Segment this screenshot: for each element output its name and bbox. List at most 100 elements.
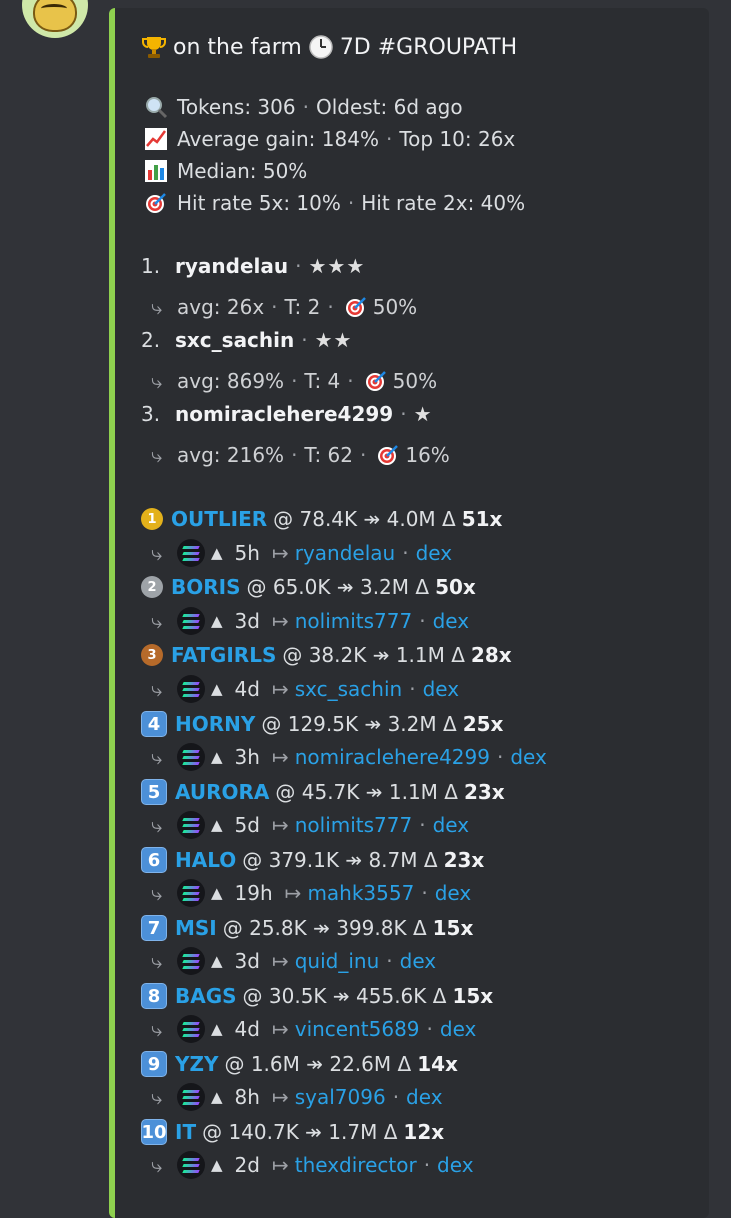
price-change: @ 65.0K ↠ 3.2M Δ [246, 575, 430, 599]
caller-link[interactable]: thexdirector [295, 1153, 417, 1177]
dex-link[interactable]: dex [406, 1085, 442, 1109]
caller-link[interactable]: nomiraclehere4299 [295, 745, 490, 769]
up-triangle-icon: ▲ [211, 952, 223, 970]
reply-arrow-icon: ⤷ [151, 881, 163, 905]
leader-stars: ★ [413, 402, 433, 426]
caller-link[interactable]: mahk3557 [307, 881, 414, 905]
dex-link[interactable]: dex [440, 1017, 476, 1041]
multiplier: 15x [432, 916, 474, 940]
solana-icon [177, 743, 205, 771]
dex-link[interactable]: dex [416, 541, 452, 565]
call-details: ⤷ ▲ 3d ↦ quid_inu · dex [151, 947, 437, 975]
number-keycap-icon: 7 [141, 915, 167, 941]
price-change: @ 379.1K ↠ 8.7M Δ [242, 848, 438, 872]
up-triangle-icon: ▲ [211, 1088, 223, 1106]
number-keycap-icon: 4 [141, 711, 167, 737]
dex-link[interactable]: dex [433, 609, 469, 633]
price-change: @ 25.8K ↠ 399.8K Δ [222, 916, 427, 940]
call-row: 9 YZY @ 1.6M ↠ 22.6M Δ 14x [141, 1051, 458, 1077]
reply-arrow-icon: ⤷ [151, 813, 163, 837]
stats-line-median: Median: 50% [141, 158, 307, 184]
dex-link[interactable]: dex [510, 745, 546, 769]
chart-increasing-icon [141, 126, 171, 152]
dex-link[interactable]: dex [423, 677, 459, 701]
leader-t: T: 4 [304, 369, 341, 393]
token-name[interactable]: HALO [175, 848, 236, 872]
call-details: ⤷ ▲ 4d ↦ vincent5689 · dex [151, 1015, 477, 1043]
price-change: @ 140.7K ↠ 1.7M Δ [202, 1120, 398, 1144]
bot-avatar[interactable] [22, 0, 88, 38]
multiplier: 23x [463, 780, 505, 804]
call-age: 2d [234, 1153, 260, 1177]
title-text: on the farm [173, 34, 302, 60]
price-change: @ 129.5K ↠ 3.2M Δ [261, 712, 457, 736]
token-name[interactable]: AURORA [175, 780, 269, 804]
number-keycap-icon: 6 [141, 847, 167, 873]
multiplier: 12x [403, 1120, 445, 1144]
reply-arrow-icon: ⤷ [151, 1153, 163, 1177]
call-age: 8h [234, 1085, 260, 1109]
leader-name[interactable]: nomiraclehere4299 [175, 402, 393, 426]
maps-to-icon: ↦ [284, 881, 302, 905]
caller-link[interactable]: quid_inu [295, 949, 380, 973]
call-row: 8 BAGS @ 30.5K ↠ 455.6K Δ 15x [141, 983, 493, 1009]
caller-link[interactable]: nolimits777 [295, 609, 413, 633]
leader-hit: 50% [392, 369, 438, 393]
call-age: 5h [234, 541, 260, 565]
multiplier: 25x [462, 712, 504, 736]
number-keycap-icon: 5 [141, 779, 167, 805]
token-name[interactable]: MSI [175, 916, 217, 940]
reply-arrow-icon: ⤷ [151, 443, 163, 467]
token-name[interactable]: IT [175, 1120, 196, 1144]
leader-name[interactable]: ryandelau [175, 254, 288, 278]
leader-rank: 1. [141, 254, 161, 278]
reply-arrow-icon: ⤷ [151, 1017, 163, 1041]
call-age: 19h [234, 881, 273, 905]
caller-link[interactable]: sxc_sachin [295, 677, 402, 701]
solana-icon [177, 675, 205, 703]
call-age: 3d [234, 609, 260, 633]
target-icon [373, 442, 403, 468]
token-name[interactable]: OUTLIER [171, 507, 267, 531]
leader-name[interactable]: sxc_sachin [175, 328, 294, 352]
maps-to-icon: ↦ [271, 1017, 289, 1041]
bronze-medal-icon: 3 [141, 644, 163, 666]
target-icon [341, 294, 371, 320]
dex-link[interactable]: dex [433, 813, 469, 837]
dex-link[interactable]: dex [400, 949, 436, 973]
call-details: ⤷ ▲ 2d ↦ thexdirector · dex [151, 1151, 474, 1179]
token-name[interactable]: FATGIRLS [171, 643, 276, 667]
call-row: 7 MSI @ 25.8K ↠ 399.8K Δ 15x [141, 915, 473, 941]
up-triangle-icon: ▲ [211, 612, 223, 630]
reply-arrow-icon: ⤷ [151, 1085, 163, 1109]
caller-link[interactable]: nolimits777 [295, 813, 413, 837]
caller-link[interactable]: vincent5689 [295, 1017, 420, 1041]
caller-link[interactable]: ryandelau [295, 541, 395, 565]
reply-arrow-icon: ⤷ [151, 677, 163, 701]
price-change: @ 38.2K ↠ 1.1M Δ [282, 643, 465, 667]
token-name[interactable]: BORIS [171, 575, 241, 599]
target-icon [361, 368, 391, 394]
price-change: @ 78.4K ↠ 4.0M Δ [273, 507, 456, 531]
dex-link[interactable]: dex [437, 1153, 473, 1177]
trophy-icon [142, 37, 166, 58]
leader-hit: 50% [372, 295, 418, 319]
solana-icon [177, 607, 205, 635]
call-row: 3 FATGIRLS @ 38.2K ↠ 1.1M Δ 28x [141, 643, 512, 667]
avatar-face-icon [33, 0, 77, 32]
top10: Top 10: 26x [399, 127, 516, 151]
multiplier: 28x [470, 643, 512, 667]
token-name[interactable]: BAGS [175, 984, 237, 1008]
leader-rank: 3. [141, 402, 161, 426]
call-age: 5d [234, 813, 260, 837]
caller-link[interactable]: syal7096 [295, 1085, 386, 1109]
maps-to-icon: ↦ [271, 677, 289, 701]
token-name[interactable]: YZY [175, 1052, 218, 1076]
maps-to-icon: ↦ [271, 609, 289, 633]
up-triangle-icon: ▲ [211, 884, 223, 902]
call-age: 4d [234, 677, 260, 701]
dex-link[interactable]: dex [435, 881, 471, 905]
token-name[interactable]: HORNY [175, 712, 255, 736]
solana-icon [177, 1083, 205, 1111]
embed-title: on the farm 7D #GROUPATH [141, 34, 517, 60]
